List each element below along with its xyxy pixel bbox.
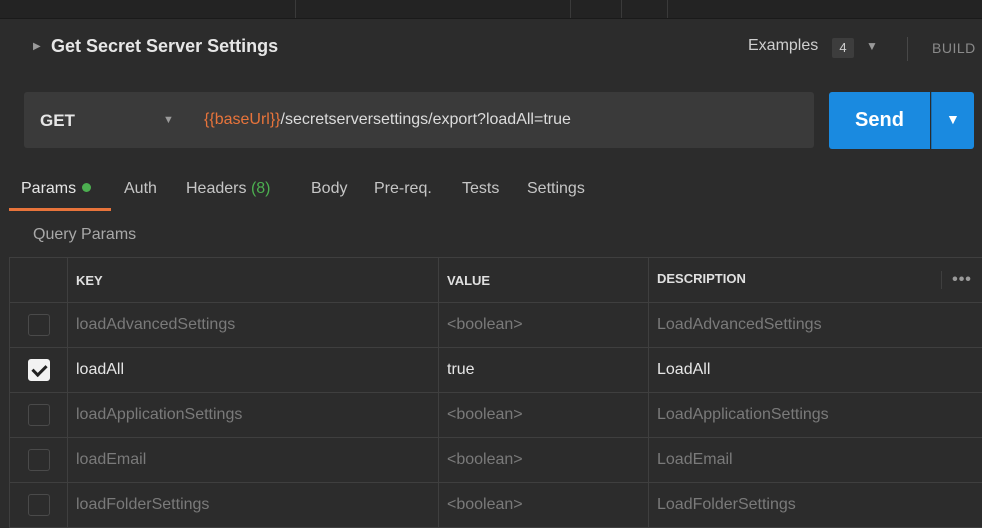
row-checkbox[interactable]: [28, 404, 50, 426]
tab-slot[interactable]: [0, 0, 296, 18]
tab-label: Headers: [186, 180, 246, 197]
examples-button[interactable]: Examples: [748, 37, 818, 55]
checkbox-cell: [10, 483, 68, 528]
checkbox-cell: [10, 348, 68, 393]
more-options-icon[interactable]: •••: [941, 271, 982, 289]
param-key[interactable]: loadAll: [68, 348, 439, 393]
param-value[interactable]: true: [439, 348, 649, 393]
top-tab-strip: [0, 0, 982, 19]
headers-count: (8): [251, 180, 271, 197]
param-description[interactable]: LoadAll: [649, 348, 982, 393]
table-row: loadAll true LoadAll: [10, 348, 982, 393]
tab-params[interactable]: Params: [21, 180, 91, 198]
active-indicator-icon: [82, 183, 91, 192]
table-header-row: KEY VALUE DESCRIPTION •••: [10, 258, 982, 303]
param-key[interactable]: loadEmail: [68, 438, 439, 483]
param-key[interactable]: loadApplicationSettings: [68, 393, 439, 438]
table-row: loadEmail <boolean> LoadEmail: [10, 438, 982, 483]
param-key[interactable]: loadAdvancedSettings: [68, 303, 439, 348]
send-options-button[interactable]: ▼: [931, 92, 974, 149]
param-description[interactable]: LoadAdvancedSettings: [649, 303, 982, 348]
url-bar: GET ▼ {{baseUrl}}/secretserversettings/e…: [24, 92, 814, 148]
query-params-label: Query Params: [33, 226, 136, 244]
table-row: loadApplicationSettings <boolean> LoadAp…: [10, 393, 982, 438]
tab-label: Params: [21, 180, 76, 197]
chevron-down-icon: ▼: [946, 111, 960, 127]
url-input[interactable]: {{baseUrl}}/secretserversettings/export?…: [204, 111, 571, 129]
tab-settings[interactable]: Settings: [527, 180, 585, 198]
active-tab-underline: [9, 208, 111, 211]
divider: [907, 37, 908, 61]
chevron-down-icon[interactable]: ▼: [163, 114, 174, 126]
url-path: /secretserversettings/export?loadAll=tru…: [281, 111, 571, 128]
tab-pre-request[interactable]: Pre-req.: [374, 180, 432, 198]
url-variable: {{baseUrl}}: [204, 111, 281, 128]
row-checkbox[interactable]: [28, 449, 50, 471]
tab-headers[interactable]: Headers (8): [186, 180, 271, 198]
param-value[interactable]: <boolean>: [439, 393, 649, 438]
query-params-table: KEY VALUE DESCRIPTION ••• loadAdvancedSet…: [9, 257, 982, 528]
column-header-key: KEY: [68, 258, 439, 303]
collapse-caret-icon[interactable]: ▶: [33, 41, 41, 52]
row-checkbox[interactable]: [28, 494, 50, 516]
row-checkbox-checked[interactable]: [28, 359, 50, 381]
checkbox-cell: [10, 303, 68, 348]
param-description[interactable]: LoadFolderSettings: [649, 483, 982, 528]
param-value[interactable]: <boolean>: [439, 483, 649, 528]
tab-slot[interactable]: [296, 0, 571, 18]
checkbox-cell: [10, 393, 68, 438]
send-button[interactable]: Send: [829, 92, 930, 149]
checkbox-column-header: [10, 258, 68, 303]
build-button[interactable]: BUILD: [932, 40, 976, 56]
param-description[interactable]: LoadEmail: [649, 438, 982, 483]
table-row: loadAdvancedSettings <boolean> LoadAdvan…: [10, 303, 982, 348]
param-key[interactable]: loadFolderSettings: [68, 483, 439, 528]
tab-body[interactable]: Body: [311, 180, 347, 198]
request-title[interactable]: Get Secret Server Settings: [51, 36, 278, 57]
request-tabs: Params Auth Headers (8) Body Pre-req. Te…: [0, 172, 982, 212]
tab-slot[interactable]: [571, 0, 622, 18]
examples-count-badge: 4: [832, 38, 854, 58]
column-header-description: DESCRIPTION •••: [649, 258, 982, 303]
column-header-value: VALUE: [439, 258, 649, 303]
tab-tests[interactable]: Tests: [462, 180, 499, 198]
checkbox-cell: [10, 438, 68, 483]
param-description[interactable]: LoadApplicationSettings: [649, 393, 982, 438]
method-select[interactable]: GET: [40, 111, 75, 131]
chevron-down-icon[interactable]: ▼: [866, 39, 878, 53]
row-checkbox[interactable]: [28, 314, 50, 336]
column-header-label: DESCRIPTION: [657, 271, 746, 286]
tab-auth[interactable]: Auth: [124, 180, 157, 198]
param-value[interactable]: <boolean>: [439, 438, 649, 483]
param-value[interactable]: <boolean>: [439, 303, 649, 348]
table-row: loadFolderSettings <boolean> LoadFolderS…: [10, 483, 982, 528]
tab-slot[interactable]: [622, 0, 668, 18]
